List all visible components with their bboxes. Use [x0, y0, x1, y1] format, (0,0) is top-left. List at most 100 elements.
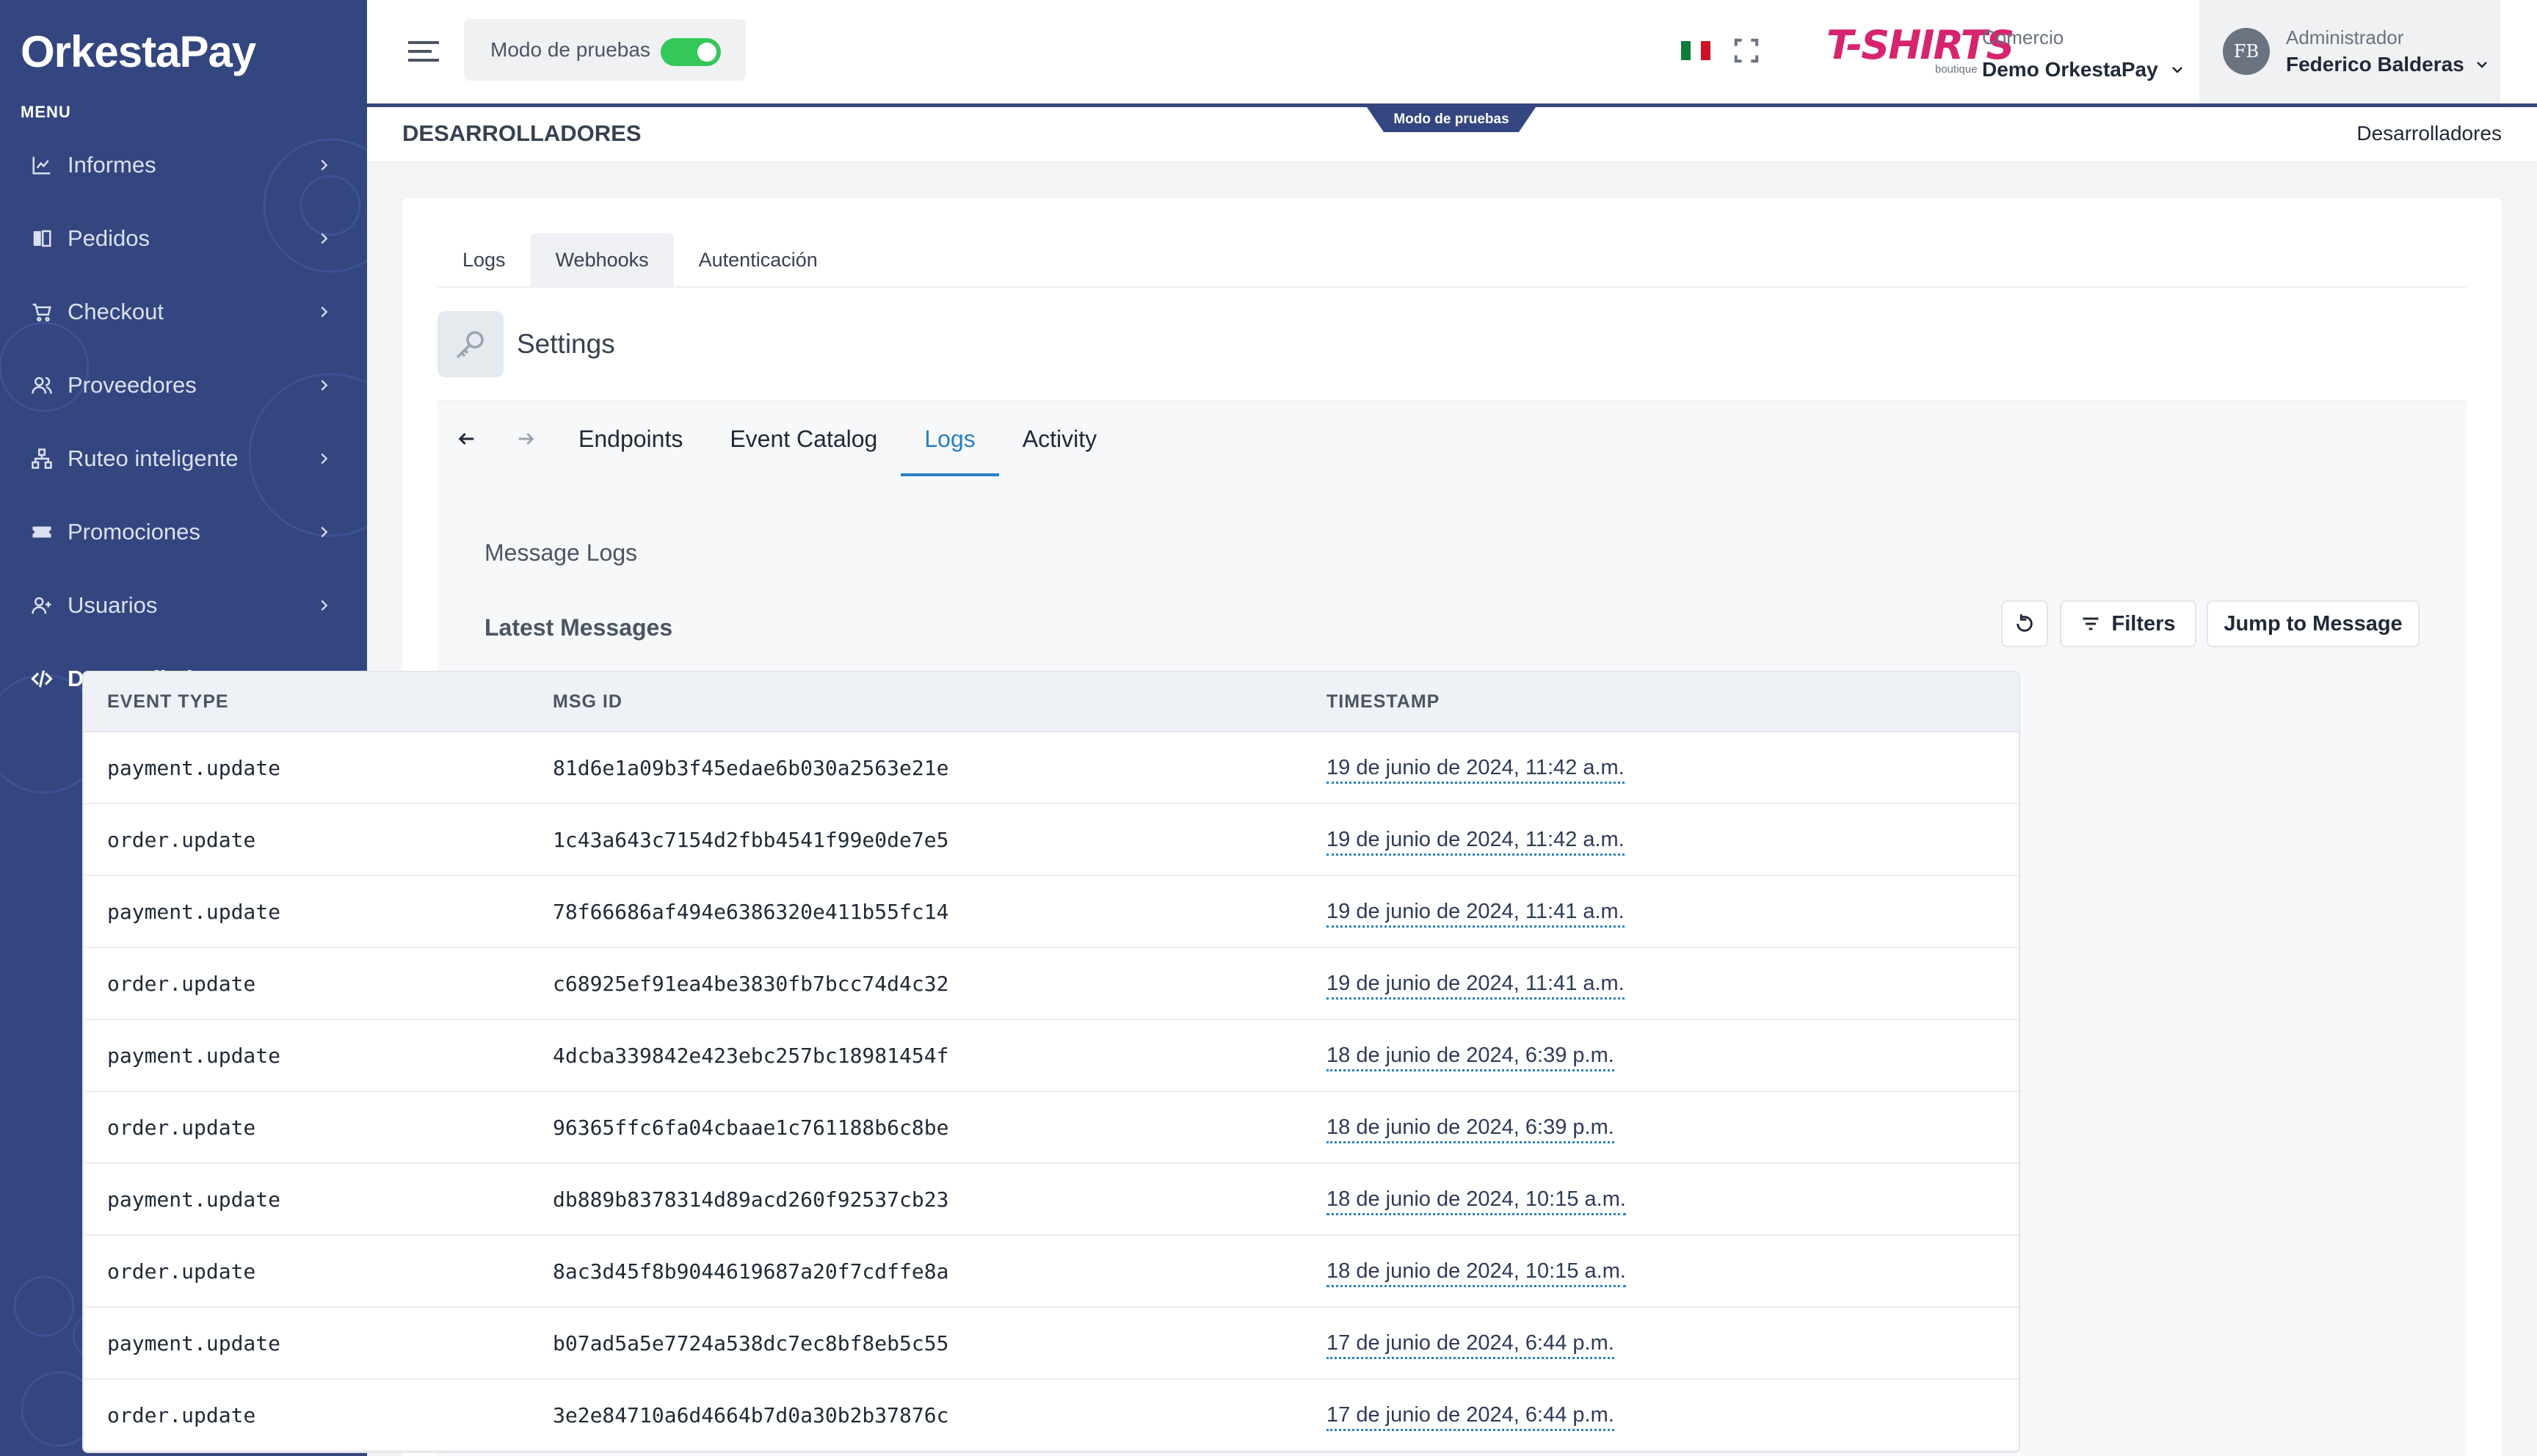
sidebar-item-proveedores[interactable]: Proveedores	[0, 349, 367, 422]
chevron-right-icon	[321, 600, 328, 611]
msg-id-cell: db889b8378314d89acd260f92537cb23	[553, 1187, 949, 1212]
portal-tabs: Endpoints Event Catalog Logs Activity	[438, 401, 1120, 476]
table-row[interactable]: order.update 8ac3d45f8b9044619687a20f7cd…	[84, 1236, 2019, 1308]
msg-id-cell: 8ac3d45f8b9044619687a20f7cdffe8a	[553, 1259, 949, 1284]
event-type-cell: order.update	[107, 971, 256, 996]
sidebar-item-label: Proveedores	[68, 372, 197, 398]
fullscreen-icon[interactable]	[1732, 37, 1760, 65]
user-name: Federico Balderas	[2286, 53, 2464, 76]
book-icon	[29, 226, 54, 251]
sidebar-item-label: Promociones	[68, 519, 200, 545]
sidebar-item-label: Checkout	[68, 299, 164, 324]
table-row[interactable]: order.update 1c43a643c7154d2fbb4541f99e0…	[84, 804, 2019, 876]
message-logs-table: EVENT TYPE MSG ID TIMESTAMP payment.upda…	[82, 671, 2020, 1453]
user-menu[interactable]: FB Administrador Federico Balderas	[2199, 0, 2500, 103]
event-type-cell: order.update	[107, 1402, 256, 1427]
store-selector[interactable]: Comercio Demo OrkestaPay	[1982, 26, 2186, 81]
sidebar-item-label: Ruteo inteligente	[68, 445, 239, 471]
sidebar-item-usuarios[interactable]: Usuarios	[0, 569, 367, 642]
test-mode-toggle-box: Modo de pruebas	[464, 19, 746, 81]
refresh-icon	[2017, 614, 2033, 632]
tab-activity[interactable]: Activity	[999, 401, 1120, 476]
chevron-right-icon	[321, 233, 328, 244]
menu-label: MENU	[21, 103, 71, 121]
msg-id-cell: 78f66686af494e6386320e411b55fc14	[553, 899, 949, 924]
sidebar-nav: Informes Pedidos Checkout Proveedores Ru…	[0, 128, 367, 716]
column-header-msg-id: MSG ID	[553, 691, 623, 712]
event-type-cell: payment.update	[107, 755, 281, 780]
event-type-cell: order.update	[107, 827, 256, 852]
table-row[interactable]: payment.update 4dcba339842e423ebc257bc18…	[84, 1020, 2019, 1092]
msg-id-cell: 4dcba339842e423ebc257bc18981454f	[553, 1043, 949, 1068]
msg-id-cell: c68925ef91ea4be3830fb7bcc74d4c32	[553, 971, 949, 996]
latest-messages-title: Latest Messages	[484, 614, 673, 641]
test-mode-ribbon: Modo de pruebas	[1367, 107, 1536, 132]
back-arrow-icon[interactable]	[438, 429, 496, 449]
mexico-flag-icon[interactable]	[1681, 41, 1710, 60]
msg-id-cell: 81d6e1a09b3f45edae6b030a2563e21e	[553, 755, 949, 780]
timestamp-cell[interactable]: 19 de junio de 2024, 11:41 a.m.	[1326, 899, 1625, 928]
timestamp-cell[interactable]: 18 de junio de 2024, 10:15 a.m.	[1326, 1187, 1626, 1215]
avatar: FB	[2223, 28, 2270, 75]
event-type-cell: order.update	[107, 1259, 256, 1284]
chevron-right-icon	[321, 379, 328, 391]
forward-arrow-icon[interactable]	[496, 429, 555, 449]
timestamp-cell[interactable]: 18 de junio de 2024, 6:39 p.m.	[1326, 1043, 1614, 1071]
jump-to-message-button[interactable]: Jump to Message	[2207, 600, 2420, 647]
tab-endpoints[interactable]: Endpoints	[555, 401, 706, 476]
chevron-right-icon	[321, 526, 328, 538]
tab-logs[interactable]: Logs	[438, 233, 531, 286]
settings-header: Settings	[438, 311, 615, 377]
user-plus-icon	[29, 593, 54, 618]
table-row[interactable]: payment.update 81d6e1a09b3f45edae6b030a2…	[84, 732, 2019, 804]
timestamp-cell[interactable]: 19 de junio de 2024, 11:41 a.m.	[1326, 971, 1625, 1000]
event-type-cell: payment.update	[107, 899, 281, 924]
sidebar-item-checkout[interactable]: Checkout	[0, 275, 367, 349]
table-row[interactable]: order.update 96365ffc6fa04cbaae1c761188b…	[84, 1092, 2019, 1164]
column-header-timestamp: TIMESTAMP	[1326, 691, 1440, 712]
tab-event-catalog[interactable]: Event Catalog	[706, 401, 901, 476]
msg-id-cell: b07ad5a5e7724a538dc7ec8bf8eb5c55	[553, 1331, 949, 1355]
key-icon	[438, 311, 504, 377]
refresh-button[interactable]	[2001, 600, 2048, 647]
chevron-right-icon	[321, 159, 328, 171]
event-type-cell: payment.update	[107, 1043, 281, 1068]
timestamp-cell[interactable]: 18 de junio de 2024, 6:39 p.m.	[1326, 1115, 1614, 1143]
table-row[interactable]: payment.update db889b8378314d89acd260f92…	[84, 1164, 2019, 1236]
table-row[interactable]: payment.update 78f66686af494e6386320e411…	[84, 876, 2019, 948]
tab-autenticacion[interactable]: Autenticación	[674, 233, 843, 286]
store-label: Comercio	[1982, 26, 2064, 48]
filter-icon	[2083, 617, 2099, 630]
sidebar-item-label: Pedidos	[68, 225, 150, 251]
table-header: EVENT TYPE MSG ID TIMESTAMP	[84, 672, 2019, 732]
hamburger-menu-icon[interactable]	[408, 40, 439, 63]
store-brand-sub: boutique	[1935, 63, 1978, 76]
table-row[interactable]: order.update c68925ef91ea4be3830fb7bcc74…	[84, 948, 2019, 1020]
msg-id-cell: 1c43a643c7154d2fbb4541f99e0de7e5	[553, 827, 949, 852]
table-row[interactable]: order.update 3e2e84710a6d4664b7d0a30b2b3…	[84, 1380, 2019, 1452]
sidebar-item-pedidos[interactable]: Pedidos	[0, 202, 367, 275]
test-mode-toggle[interactable]	[661, 38, 721, 66]
sidebar-item-informes[interactable]: Informes	[0, 128, 367, 202]
chevron-down-icon	[2476, 62, 2487, 68]
timestamp-cell[interactable]: 19 de junio de 2024, 11:42 a.m.	[1326, 827, 1625, 856]
chevron-down-icon	[2171, 67, 2182, 73]
timestamp-cell[interactable]: 18 de junio de 2024, 10:15 a.m.	[1326, 1259, 1626, 1287]
table-row[interactable]: payment.update b07ad5a5e7724a538dc7ec8bf…	[84, 1308, 2019, 1380]
breadcrumb[interactable]: Desarrolladores	[2356, 122, 2502, 145]
page-title: DESARROLLADORES	[402, 120, 642, 146]
sitemap-icon	[29, 446, 54, 471]
chart-line-icon	[29, 153, 54, 178]
chevron-right-icon	[321, 453, 328, 465]
timestamp-cell[interactable]: 19 de junio de 2024, 11:42 a.m.	[1326, 755, 1625, 784]
tab-logs-portal[interactable]: Logs	[901, 401, 1000, 476]
sidebar-item-promociones[interactable]: Promociones	[0, 495, 367, 569]
tab-webhooks[interactable]: Webhooks	[530, 233, 674, 286]
sidebar-item-ruteo-inteligente[interactable]: Ruteo inteligente	[0, 422, 367, 495]
sidebar-item-label: Usuarios	[68, 592, 158, 618]
settings-title: Settings	[517, 329, 615, 359]
timestamp-cell[interactable]: 17 de junio de 2024, 6:44 p.m.	[1326, 1402, 1614, 1431]
timestamp-cell[interactable]: 17 de junio de 2024, 6:44 p.m.	[1326, 1331, 1614, 1359]
filters-button[interactable]: Filters	[2060, 600, 2196, 647]
msg-id-cell: 3e2e84710a6d4664b7d0a30b2b37876c	[553, 1402, 949, 1427]
